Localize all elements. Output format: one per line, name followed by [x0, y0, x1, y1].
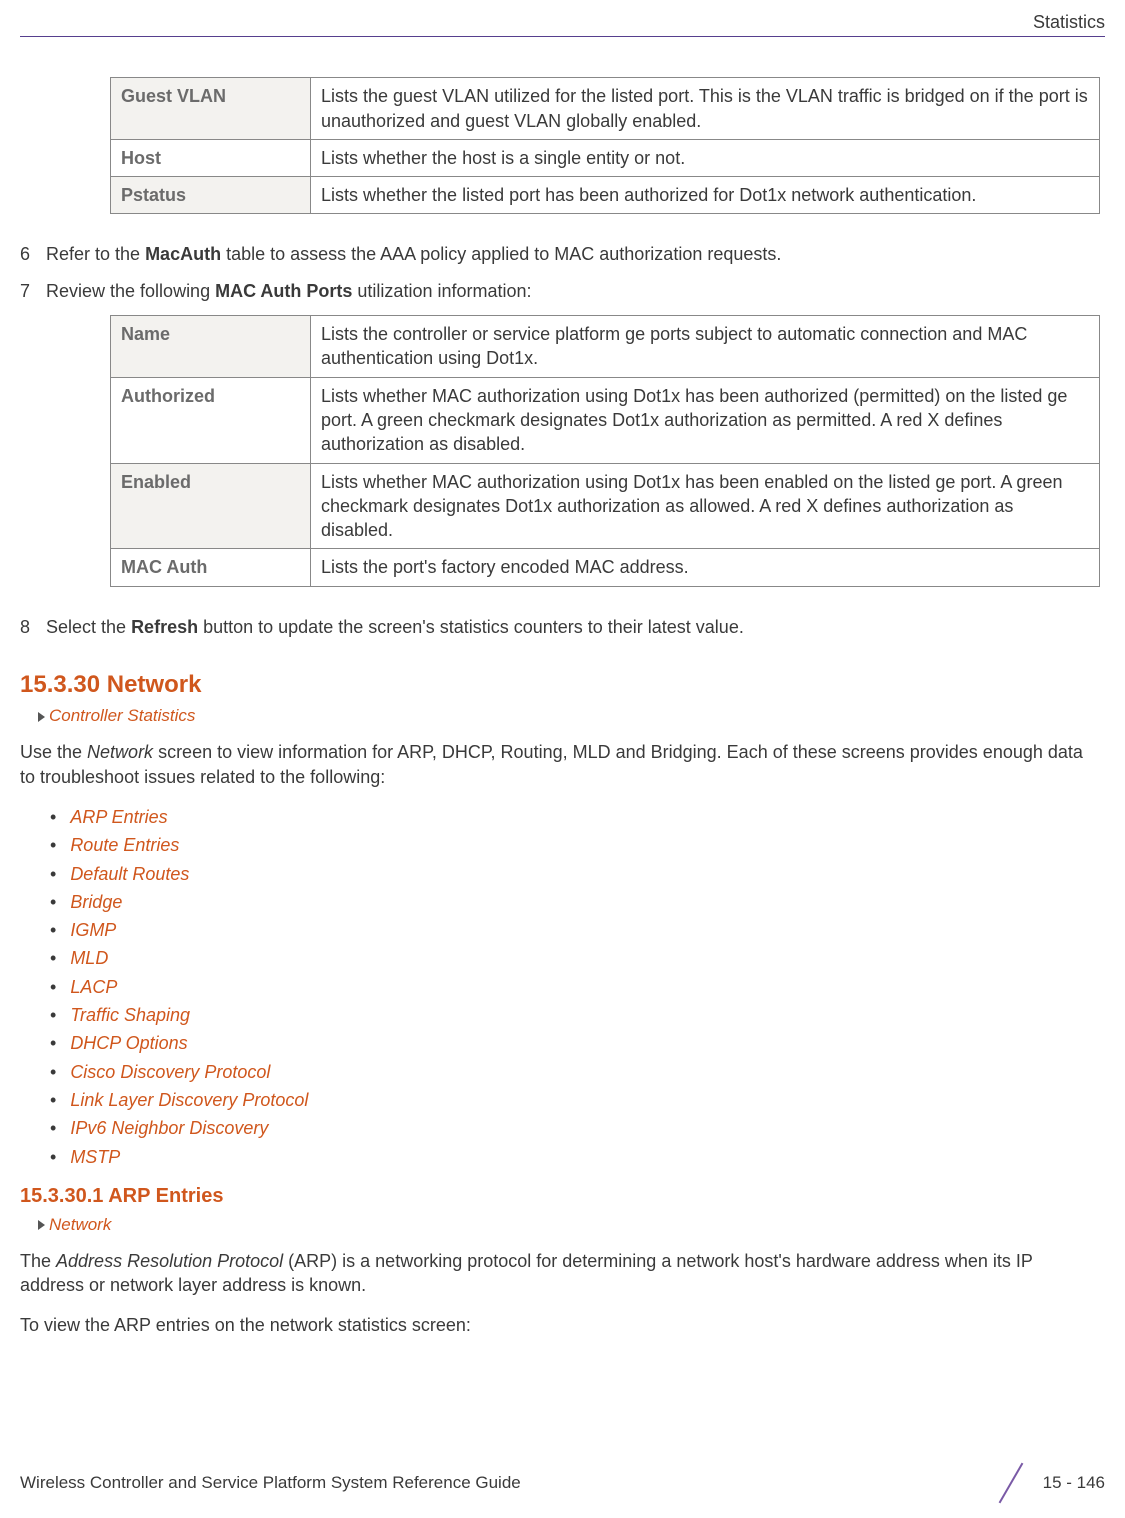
table-row: Authorized Lists whether MAC authorizati… [111, 377, 1100, 463]
table-row: Host Lists whether the host is a single … [111, 139, 1100, 176]
subsection-paragraph: The Address Resolution Protocol (ARP) is… [20, 1249, 1085, 1298]
bullet-icon: • [50, 1062, 56, 1082]
bullet-icon: • [50, 1118, 56, 1138]
step-number: 8 [20, 615, 46, 639]
list-item: • LACP [50, 975, 1105, 999]
step-8: 8 Select the Refresh button to update th… [20, 615, 1105, 639]
page-number: 15 - 146 [1043, 1472, 1105, 1495]
arrow-icon [38, 1220, 45, 1230]
arrow-icon [38, 712, 45, 722]
cell-desc: Lists the controller or service platform… [311, 316, 1100, 378]
bullet-icon: • [50, 1005, 56, 1025]
step-text: Refer to the MacAuth table to assess the… [46, 242, 1105, 266]
cell-desc: Lists whether MAC authorization using Do… [311, 463, 1100, 549]
list-item: • Route Entries [50, 833, 1105, 857]
list-item: • Default Routes [50, 862, 1105, 886]
bullet-icon: • [50, 807, 56, 827]
subsection-heading-arp: 15.3.30.1 ARP Entries [20, 1183, 1105, 1210]
bullet-icon: • [50, 977, 56, 997]
cell-label: Name [111, 316, 311, 378]
cell-desc: Lists whether the listed port has been a… [311, 177, 1100, 214]
list-item: • ARP Entries [50, 805, 1105, 829]
link[interactable]: Route Entries [70, 835, 179, 855]
list-item: • IPv6 Neighbor Discovery [50, 1116, 1105, 1140]
page-header: Statistics [20, 10, 1105, 37]
link[interactable]: IPv6 Neighbor Discovery [70, 1118, 268, 1138]
bullet-icon: • [50, 835, 56, 855]
list-item: • Link Layer Discovery Protocol [50, 1088, 1105, 1112]
table-row: Guest VLAN Lists the guest VLAN utilized… [111, 78, 1100, 140]
cell-desc: Lists the guest VLAN utilized for the li… [311, 78, 1100, 140]
step-text: Select the Refresh button to update the … [46, 615, 1105, 639]
footer-title: Wireless Controller and Service Platform… [20, 1472, 521, 1495]
italic-term: Network [87, 742, 153, 762]
step-7: 7 Review the following MAC Auth Ports ut… [20, 279, 1105, 303]
breadcrumb-link[interactable]: Network [49, 1215, 111, 1234]
step-number: 7 [20, 279, 46, 303]
bullet-icon: • [50, 948, 56, 968]
list-item: • MSTP [50, 1145, 1105, 1169]
cell-label: Host [111, 139, 311, 176]
table-row: MAC Auth Lists the port's factory encode… [111, 549, 1100, 586]
subsection-paragraph-2: To view the ARP entries on the network s… [20, 1313, 1085, 1337]
step-number: 6 [20, 242, 46, 266]
cell-desc: Lists whether MAC authorization using Do… [311, 377, 1100, 463]
bold-term: Refresh [131, 617, 198, 637]
step-6: 6 Refer to the MacAuth table to assess t… [20, 242, 1105, 266]
section-heading-network: 15.3.30 Network [20, 669, 1105, 701]
cell-label: Authorized [111, 377, 311, 463]
bullet-icon: • [50, 864, 56, 884]
table-row: Enabled Lists whether MAC authorization … [111, 463, 1100, 549]
slash-icon [987, 1460, 1033, 1506]
italic-term: Address Resolution Protocol [56, 1251, 283, 1271]
link[interactable]: Bridge [70, 892, 122, 912]
bullet-icon: • [50, 892, 56, 912]
bullet-icon: • [50, 1090, 56, 1110]
table-row: Name Lists the controller or service pla… [111, 316, 1100, 378]
link[interactable]: Link Layer Discovery Protocol [70, 1090, 308, 1110]
link[interactable]: ARP Entries [70, 807, 167, 827]
breadcrumb[interactable]: Controller Statistics [38, 705, 1105, 728]
bullet-icon: • [50, 1033, 56, 1053]
cell-desc: Lists the port's factory encoded MAC add… [311, 549, 1100, 586]
cell-label: Pstatus [111, 177, 311, 214]
bold-term: MAC Auth Ports [215, 281, 352, 301]
list-item: • MLD [50, 946, 1105, 970]
list-item: • Traffic Shaping [50, 1003, 1105, 1027]
link[interactable]: LACP [70, 977, 117, 997]
bullet-icon: • [50, 1147, 56, 1167]
table-row: Pstatus Lists whether the listed port ha… [111, 177, 1100, 214]
cell-desc: Lists whether the host is a single entit… [311, 139, 1100, 176]
cell-label: MAC Auth [111, 549, 311, 586]
cell-label: Guest VLAN [111, 78, 311, 140]
bold-term: MacAuth [145, 244, 221, 264]
link-list: • ARP Entries • Route Entries • Default Rou… [50, 805, 1105, 1169]
list-item: • DHCP Options [50, 1031, 1105, 1055]
link[interactable]: Traffic Shaping [70, 1005, 190, 1025]
link[interactable]: MLD [70, 948, 108, 968]
header-section: Statistics [1033, 12, 1105, 32]
cell-label: Enabled [111, 463, 311, 549]
link[interactable]: MSTP [70, 1147, 120, 1167]
table-mac-auth-ports: Name Lists the controller or service pla… [110, 315, 1100, 587]
breadcrumb-link[interactable]: Controller Statistics [49, 706, 195, 725]
bullet-icon: • [50, 920, 56, 940]
page-footer: Wireless Controller and Service Platform… [20, 1460, 1105, 1506]
table-guest-vlan: Guest VLAN Lists the guest VLAN utilized… [110, 77, 1100, 214]
section-paragraph: Use the Network screen to view informati… [20, 740, 1085, 789]
list-item: • IGMP [50, 918, 1105, 942]
breadcrumb[interactable]: Network [38, 1214, 1105, 1237]
link[interactable]: Default Routes [70, 864, 189, 884]
link[interactable]: IGMP [70, 920, 116, 940]
link[interactable]: DHCP Options [70, 1033, 187, 1053]
step-text: Review the following MAC Auth Ports util… [46, 279, 1105, 303]
list-item: • Bridge [50, 890, 1105, 914]
link[interactable]: Cisco Discovery Protocol [70, 1062, 270, 1082]
list-item: • Cisco Discovery Protocol [50, 1060, 1105, 1084]
